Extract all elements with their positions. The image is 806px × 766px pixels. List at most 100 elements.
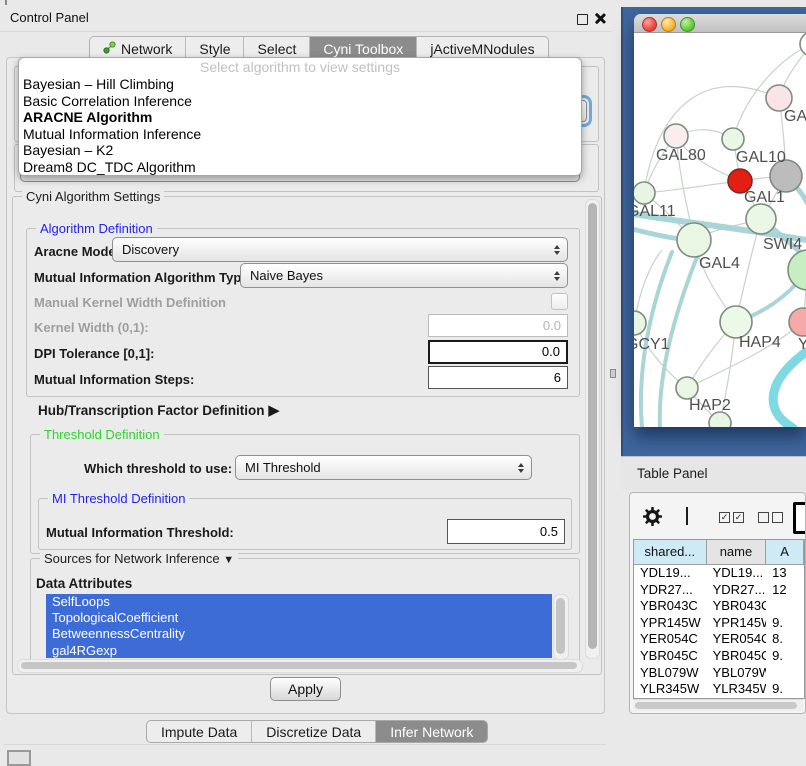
attribute-item[interactable]: BetweennessCentrality bbox=[46, 626, 552, 642]
algorithm-item[interactable]: Basic Correlation Inference bbox=[19, 93, 581, 110]
table-row[interactable]: YBR045CYBR045C9. bbox=[634, 648, 804, 665]
kernel-width-field[interactable]: 0.0 bbox=[428, 314, 568, 337]
bottom-tabbar: Impute DataDiscretize DataInfer Network bbox=[146, 720, 488, 743]
table-cell bbox=[766, 665, 804, 682]
network-node[interactable] bbox=[746, 204, 776, 234]
network-node-labels: GALGAL80GAL10GAL1GAL11SWI4GAL4GCY1HAP4YH… bbox=[634, 108, 806, 414]
network-node[interactable] bbox=[634, 311, 646, 335]
collapsed-panel-button[interactable] bbox=[7, 750, 31, 766]
attribute-item[interactable]: gal4RGexp bbox=[46, 643, 552, 658]
table-cell: YER054C bbox=[634, 631, 707, 648]
scrollbar-thumb[interactable] bbox=[556, 598, 565, 654]
table-cell: YBR045C bbox=[707, 648, 766, 665]
dpi-tolerance-field[interactable]: 0.0 bbox=[428, 340, 568, 364]
algorithm-item[interactable]: Bayesian – Hill Climbing bbox=[19, 76, 581, 93]
table-cell: 13 bbox=[766, 565, 804, 582]
algorithm-popup: Select algorithm to view settings Bayesi… bbox=[18, 57, 582, 176]
node-label-swi4: SWI4 bbox=[763, 236, 802, 253]
table-horizontal-scrollbar[interactable] bbox=[633, 699, 803, 711]
bottom-tab-discretize-data[interactable]: Discretize Data bbox=[251, 721, 375, 742]
mi-threshold-title: MI Threshold Definition bbox=[48, 491, 189, 506]
mi-steps-label: Mutual Information Steps: bbox=[34, 372, 194, 387]
bottom-tab-impute-data[interactable]: Impute Data bbox=[147, 721, 251, 742]
aracne-mode-value: Discovery bbox=[122, 242, 179, 257]
algorithm-popup-prompt: Select algorithm to view settings bbox=[19, 58, 581, 76]
table-row[interactable]: YBR043CYBR043C bbox=[634, 598, 804, 615]
network-node[interactable] bbox=[634, 182, 655, 204]
table-row[interactable]: YLR345WYLR345W9. bbox=[634, 681, 804, 698]
attribute-item[interactable]: SelfLoops bbox=[46, 594, 552, 610]
network-window-titlebar[interactable] bbox=[634, 14, 806, 33]
deselect-all-checkbox-icon[interactable] bbox=[758, 512, 769, 523]
algorithm-item[interactable]: Mutual Information Inference bbox=[19, 126, 581, 143]
gear-icon[interactable] bbox=[643, 507, 662, 526]
table-row[interactable]: YPR145WYPR145W9. bbox=[634, 615, 804, 632]
table-cell: 9. bbox=[766, 648, 804, 665]
network-node[interactable] bbox=[789, 308, 806, 336]
minimize-traffic-light-icon[interactable] bbox=[661, 17, 676, 32]
select-all-checkbox-icon[interactable]: ✓ bbox=[719, 512, 730, 523]
network-node[interactable] bbox=[800, 33, 806, 56]
hub-definition-toggle[interactable]: Hub/Transcription Factor Definition ▶ bbox=[38, 401, 280, 419]
network-window[interactable]: GALGAL80GAL10GAL1GAL11SWI4GAL4GCY1HAP4YH… bbox=[634, 14, 806, 427]
mi-steps-field[interactable]: 6 bbox=[428, 366, 568, 389]
document-icon[interactable] bbox=[793, 502, 806, 534]
mit-field[interactable]: 0.5 bbox=[447, 519, 565, 544]
table-cell: YPR145W bbox=[634, 615, 707, 632]
table-row[interactable]: YDR27...YDR27...12 bbox=[634, 582, 804, 599]
table-cell: YDR27... bbox=[634, 582, 707, 599]
algorithm-item[interactable]: Dream8 DC_TDC Algorithm bbox=[19, 159, 581, 176]
deselect-all-checkbox-icon[interactable] bbox=[772, 512, 783, 523]
scrollbar-thumb[interactable] bbox=[635, 702, 797, 709]
window-edge-tick bbox=[5, 0, 7, 5]
network-node[interactable] bbox=[664, 124, 688, 148]
data-attributes-list[interactable]: SelfLoopsTopologicalCoefficientBetweenne… bbox=[46, 594, 552, 658]
bottom-tab-infer-network[interactable]: Infer Network bbox=[375, 721, 487, 742]
select-all-checkbox-icon[interactable]: ✓ bbox=[733, 512, 744, 523]
zoom-traffic-light-icon[interactable] bbox=[680, 17, 695, 32]
network-canvas[interactable]: GALGAL80GAL10GAL1GAL11SWI4GAL4GCY1HAP4YH… bbox=[634, 33, 806, 427]
splitter-grip[interactable] bbox=[610, 369, 616, 378]
table-cell: YBR043C bbox=[634, 598, 707, 615]
mi-type-value: Naive Bayes bbox=[250, 268, 323, 283]
network-node[interactable] bbox=[788, 250, 806, 290]
algorithm-item[interactable]: Bayesian – K2 bbox=[19, 142, 581, 159]
column-header-name[interactable]: name bbox=[707, 540, 767, 564]
which-threshold-combo[interactable]: MI Threshold bbox=[235, 455, 532, 480]
columns-icon[interactable] bbox=[678, 507, 698, 525]
node-label-gal1: GAL1 bbox=[744, 189, 785, 206]
attributes-scrollbar[interactable] bbox=[553, 594, 569, 660]
dpi-tolerance-label: DPI Tolerance [0,1]: bbox=[34, 346, 154, 361]
column-header-a[interactable]: A bbox=[766, 540, 804, 564]
attribute-item[interactable]: TopologicalCoefficient bbox=[46, 610, 552, 626]
attribute-table[interactable]: shared...nameA YDL19...YDL19...13YDR27..… bbox=[633, 539, 805, 699]
kernel-width-label: Kernel Width (0,1): bbox=[34, 320, 149, 335]
table-cell: YLR345W bbox=[634, 681, 707, 698]
settings-vertical-scrollbar[interactable] bbox=[585, 199, 600, 659]
manual-kernel-checkbox[interactable] bbox=[551, 293, 568, 310]
close-icon[interactable] bbox=[594, 13, 605, 24]
apply-button[interactable]: Apply bbox=[270, 677, 341, 701]
table-row[interactable]: YDL19...YDL19...13 bbox=[634, 565, 804, 582]
table-row[interactable]: YER054CYER054C8. bbox=[634, 631, 804, 648]
network-node[interactable] bbox=[722, 128, 744, 150]
mit-label: Mutual Information Threshold: bbox=[46, 525, 234, 540]
mi-type-combo[interactable]: Naive Bayes bbox=[240, 263, 568, 288]
sources-title[interactable]: Sources for Network Inference ▼ bbox=[40, 551, 238, 566]
float-panel-icon[interactable] bbox=[577, 14, 588, 25]
table-cell: YDL19... bbox=[634, 565, 707, 582]
network-node[interactable] bbox=[677, 223, 711, 257]
network-node[interactable] bbox=[709, 412, 731, 427]
settings-horizontal-scrollbar[interactable] bbox=[17, 659, 583, 673]
scrollbar-thumb[interactable] bbox=[588, 203, 597, 649]
column-header-shared[interactable]: shared... bbox=[634, 540, 707, 564]
network-node[interactable] bbox=[676, 377, 698, 399]
node-label-gal: GAL bbox=[784, 108, 806, 125]
table-row[interactable]: YBL079WYBL079W bbox=[634, 665, 804, 682]
table-panel: ✓ ✓ shared...nameA YDL19...YDL19...13YDR… bbox=[629, 492, 806, 714]
aracne-mode-combo[interactable]: Discovery bbox=[112, 237, 568, 262]
close-traffic-light-icon[interactable] bbox=[642, 17, 657, 32]
algorithm-item[interactable]: ARACNE Algorithm bbox=[19, 109, 581, 126]
aracne-mode-label: Aracne Mode: bbox=[34, 244, 120, 259]
scrollbar-thumb[interactable] bbox=[21, 662, 577, 669]
